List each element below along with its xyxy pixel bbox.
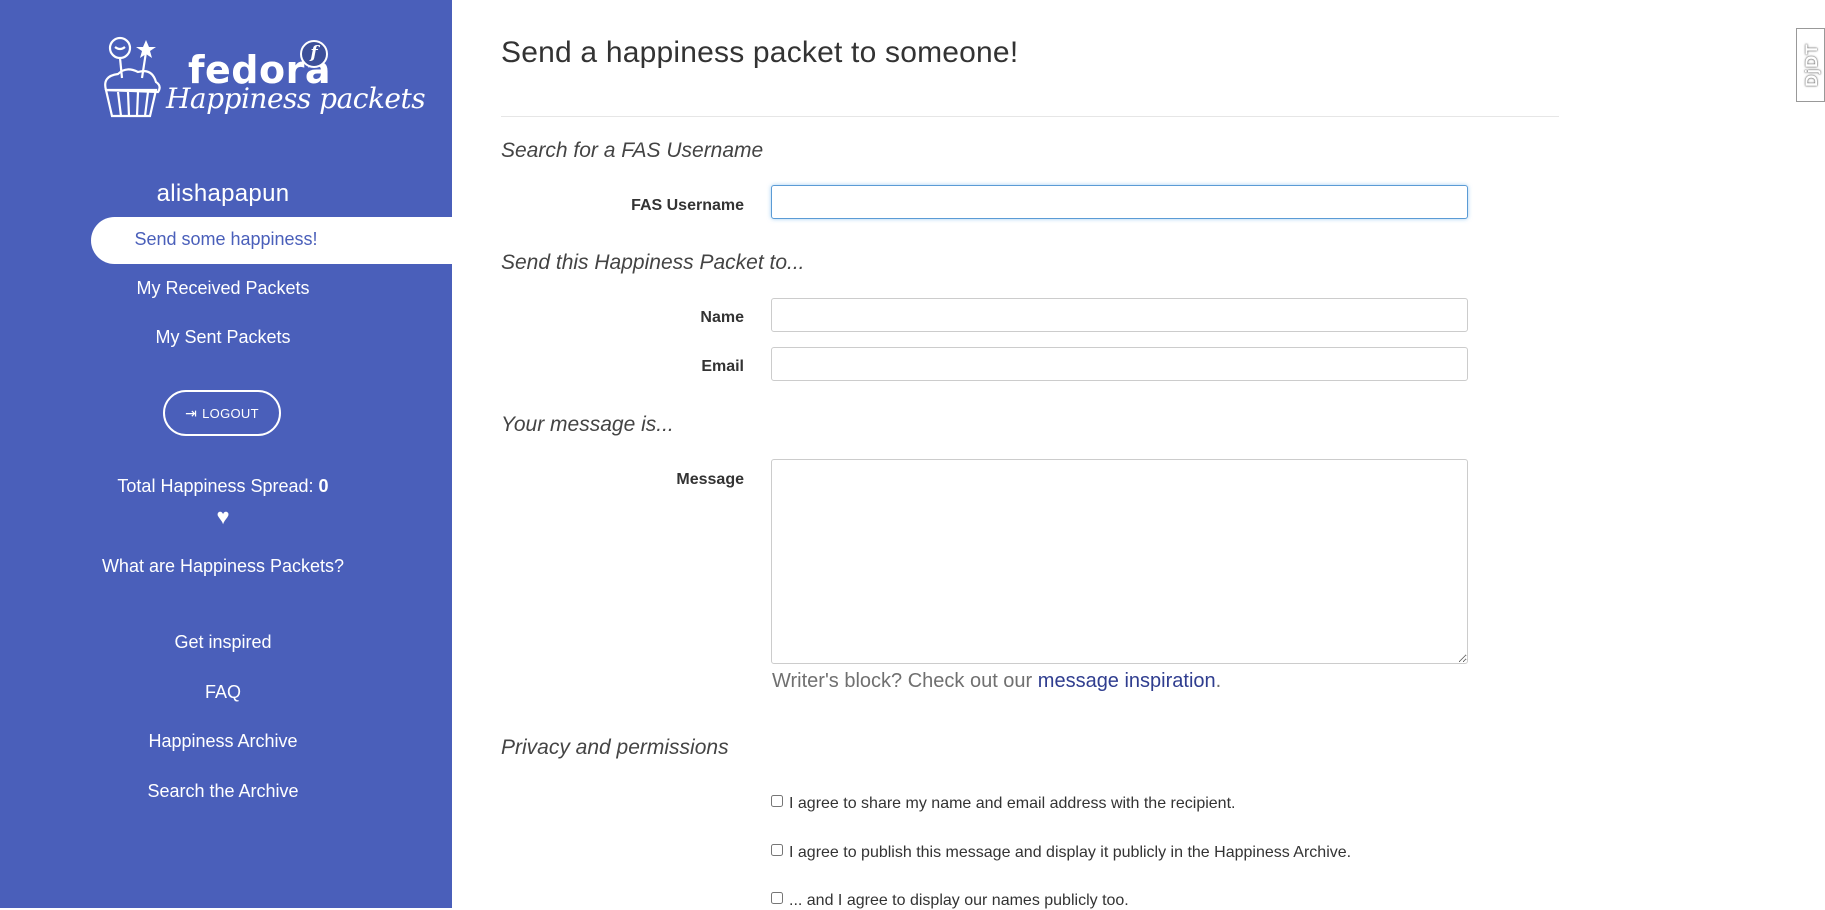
page-title: Send a happiness packet to someone! <box>501 36 1019 69</box>
sign-out-icon: ⇥ <box>185 405 198 421</box>
nav-sent-packets[interactable]: My Sent Packets <box>0 327 446 348</box>
total-happiness-label: Total Happiness Spread: <box>117 476 319 496</box>
message-help-text: Writer's block? Check out our message in… <box>772 670 1221 693</box>
email-label: Email <box>701 358 744 375</box>
logout-button[interactable]: ⇥ LOGOUT <box>163 390 281 436</box>
nav-received-packets[interactable]: My Received Packets <box>0 278 446 299</box>
link-get-inspired[interactable]: Get inspired <box>100 628 346 656</box>
recipient-section-heading: Send this Happiness Packet to... <box>501 251 805 274</box>
cupcake-icon <box>104 36 161 118</box>
message-section-heading: Your message is... <box>501 413 674 436</box>
sidebar: fedora f Happiness packets alishapapun S… <box>0 0 452 908</box>
share-consent-checkbox[interactable] <box>771 795 783 807</box>
divider <box>501 116 1559 117</box>
name-input[interactable] <box>771 298 1468 332</box>
user-name: alishapapun <box>156 180 290 207</box>
privacy-section-heading: Privacy and permissions <box>501 736 729 759</box>
nav-send-happiness-label: Send some happiness! <box>134 229 318 249</box>
link-faq[interactable]: FAQ <box>100 678 346 706</box>
name-label: Name <box>700 309 744 326</box>
message-textarea[interactable] <box>771 459 1468 664</box>
logo-tagline: Happiness packets <box>166 82 426 115</box>
help-prefix: Writer's block? Check out our <box>772 670 1038 692</box>
names-consent-checkbox[interactable] <box>771 892 783 904</box>
email-input[interactable] <box>771 347 1468 381</box>
message-inspiration-link[interactable]: message inspiration <box>1038 670 1216 692</box>
names-consent-label: ... and I agree to display our names pub… <box>789 892 1129 909</box>
happiness-packets-logo[interactable]: fedora f Happiness packets <box>100 34 426 124</box>
publish-consent-label: I agree to publish this message and disp… <box>789 844 1352 861</box>
nav-send-happiness[interactable]: Send some happiness! <box>91 217 452 264</box>
share-consent-row: I agree to share my name and email addre… <box>771 795 1235 813</box>
link-happiness-archive[interactable]: Happiness Archive <box>100 727 346 755</box>
ddt-label: DjDT <box>1802 43 1821 87</box>
django-debug-toolbar-handle[interactable]: DjDT <box>1796 28 1825 102</box>
logout-label: LOGOUT <box>202 406 259 421</box>
names-consent-row: ... and I agree to display our names pub… <box>771 892 1129 910</box>
fas-username-input[interactable] <box>771 185 1468 219</box>
heart-icon: ♥ <box>216 504 230 529</box>
total-happiness-value: 0 <box>318 476 329 496</box>
search-section-heading: Search for a FAS Username <box>501 139 764 162</box>
message-label: Message <box>676 471 744 488</box>
publish-consent-row: I agree to publish this message and disp… <box>771 844 1351 862</box>
help-suffix: . <box>1215 670 1222 692</box>
publish-consent-checkbox[interactable] <box>771 844 783 856</box>
fas-username-label: FAS Username <box>631 197 744 214</box>
link-what-are-happiness-packets[interactable]: What are Happiness Packets? <box>100 552 346 580</box>
share-consent-label: I agree to share my name and email addre… <box>789 795 1236 812</box>
total-happiness: Total Happiness Spread: 0 <box>0 476 446 497</box>
link-search-archive[interactable]: Search the Archive <box>100 777 346 805</box>
fedora-f-icon: f <box>300 40 328 68</box>
